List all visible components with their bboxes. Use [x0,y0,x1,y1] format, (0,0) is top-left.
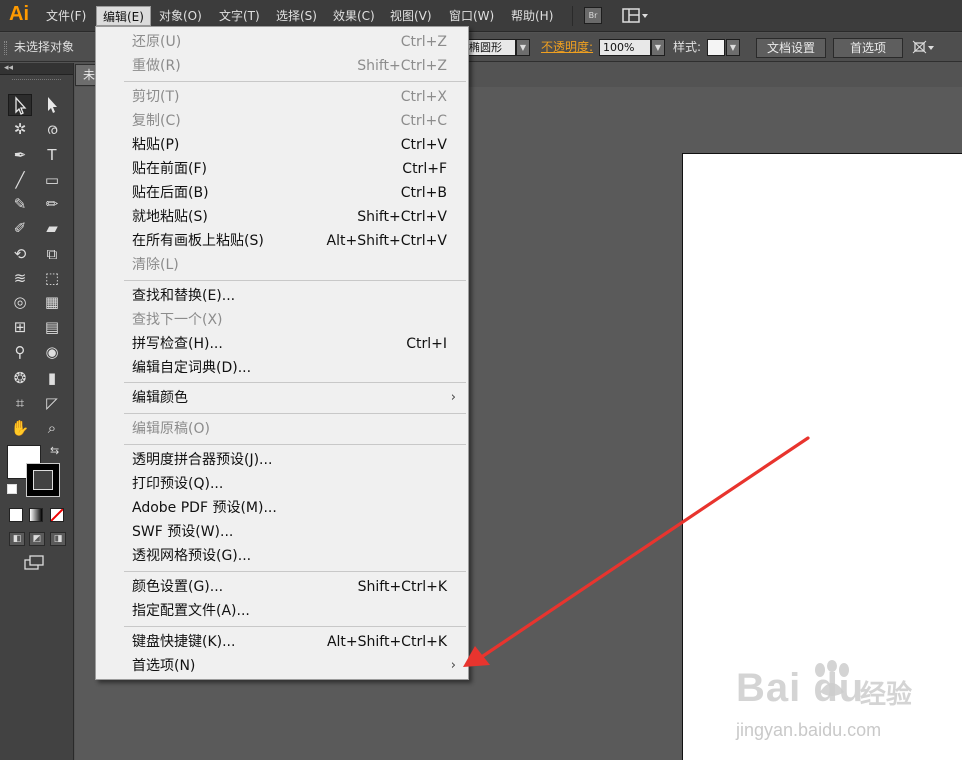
red-annotation-arrow-icon [463,436,810,667]
illustrator-window: Ai 文件(F) 编辑(E) 对象(O) 文字(T) 选择(S) 效果(C) 视… [0,0,962,760]
